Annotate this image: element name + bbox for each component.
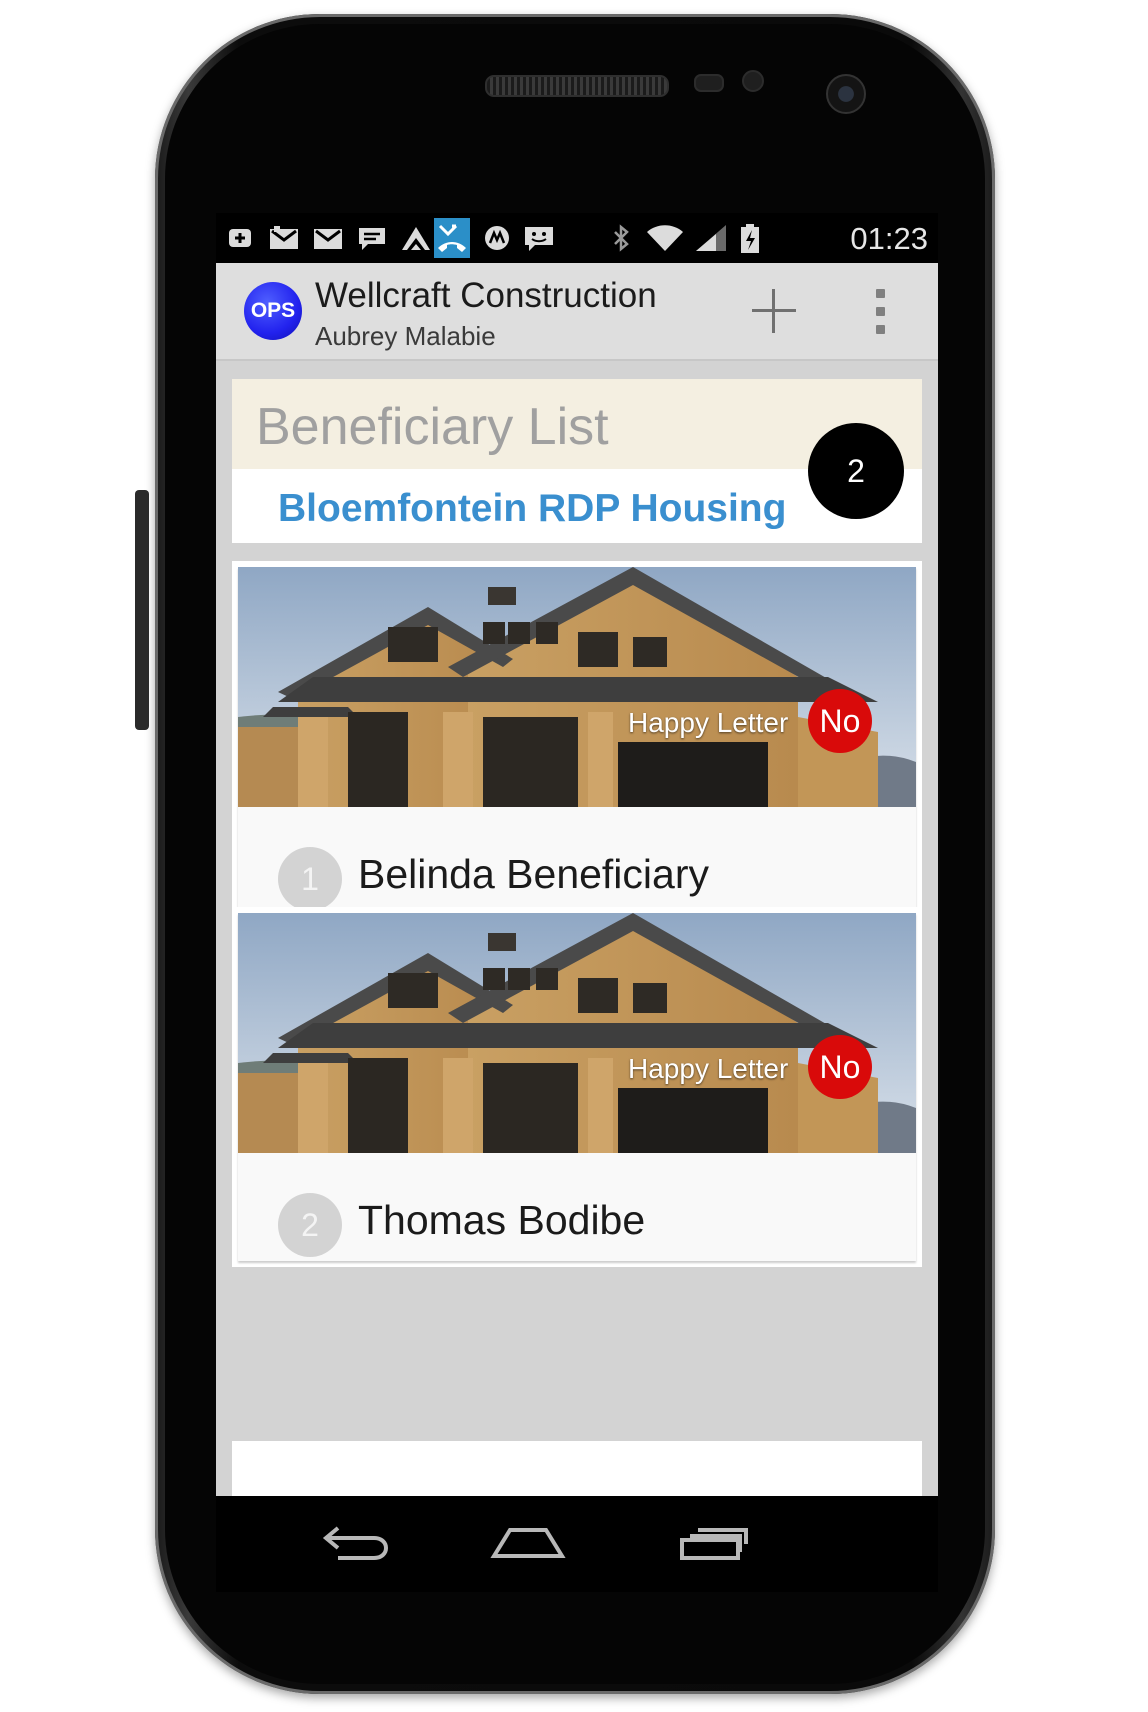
plus-badge-icon xyxy=(226,224,254,252)
app-logo[interactable]: OPS xyxy=(244,282,302,340)
bluetooth-icon xyxy=(610,224,632,252)
project-name: Bloemfontein RDP Housing xyxy=(278,487,787,530)
proximity-sensor xyxy=(694,74,724,92)
beneficiary-number: 1 xyxy=(278,847,342,911)
chat-bubble-icon xyxy=(356,224,388,252)
front-camera xyxy=(826,74,866,114)
app-title: Wellcraft Construction xyxy=(315,276,657,315)
screen: 01:23 OPS Wellcraft Construction Aubrey … xyxy=(216,213,938,1496)
happy-letter-status-badge: No xyxy=(808,689,872,753)
back-icon[interactable] xyxy=(312,1516,396,1576)
list-item[interactable]: Happy Letter No 2 Thomas Bodibe xyxy=(232,907,922,1267)
content-area: Beneficiary List 2 Bloemfontein RDP Hous… xyxy=(216,361,938,1496)
beneficiary-number: 2 xyxy=(278,1193,342,1257)
list-item-card[interactable]: Happy Letter No 1 Belinda Beneficiary xyxy=(238,567,916,915)
gmail-icon xyxy=(312,224,344,252)
status-bar: 01:23 xyxy=(216,213,938,263)
light-sensor xyxy=(742,70,764,92)
gmail-icon xyxy=(268,224,300,252)
missed-call-icon xyxy=(434,218,470,258)
happy-letter-label: Happy Letter xyxy=(628,707,789,738)
beneficiary-list-header: Beneficiary List 2 Bloemfontein RDP Hous… xyxy=(232,379,922,543)
beneficiary-name: Belinda Beneficiary xyxy=(358,851,709,897)
hills-icon xyxy=(400,224,432,252)
overflow-menu-icon[interactable] xyxy=(868,289,892,335)
action-bar: OPS Wellcraft Construction Aubrey Malabi… xyxy=(216,263,938,361)
signal-icon xyxy=(694,224,728,252)
list-item-card[interactable]: Happy Letter No 2 Thomas Bodibe xyxy=(238,913,916,1261)
list-item[interactable]: Happy Letter No 1 Belinda Beneficiary xyxy=(232,561,922,921)
wifi-icon xyxy=(646,224,684,252)
happy-letter-status-badge: No xyxy=(808,1035,872,1099)
list-footer xyxy=(232,1441,922,1496)
happy-letter-label: Happy Letter xyxy=(628,1053,789,1084)
page-title: Beneficiary List xyxy=(256,398,609,456)
recent-apps-icon[interactable] xyxy=(672,1516,756,1576)
battery-charging-icon xyxy=(738,224,762,253)
house-photo: Happy Letter No xyxy=(238,567,916,807)
count-badge: 2 xyxy=(808,423,904,519)
home-icon[interactable] xyxy=(486,1516,570,1576)
earpiece-speaker xyxy=(485,75,669,97)
app-subtitle: Aubrey Malabie xyxy=(315,321,496,351)
navigation-bar xyxy=(216,1496,938,1592)
beneficiary-name: Thomas Bodibe xyxy=(358,1197,646,1243)
messaging-icon xyxy=(522,224,556,252)
house-photo: Happy Letter No xyxy=(238,913,916,1153)
volume-button xyxy=(135,490,149,730)
plus-icon[interactable] xyxy=(746,283,802,339)
motorola-icon xyxy=(482,224,512,252)
clock: 01:23 xyxy=(850,221,928,256)
